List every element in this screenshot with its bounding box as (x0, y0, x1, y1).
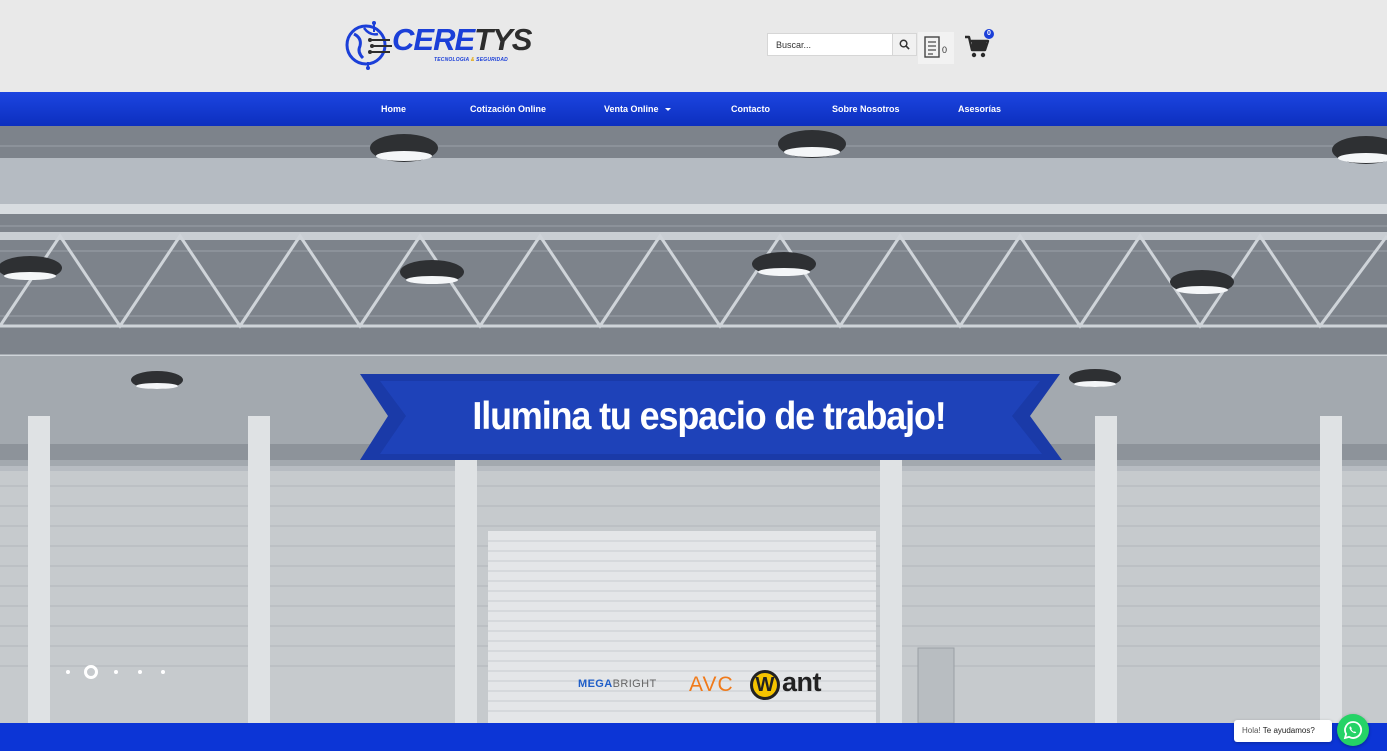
hero-banner: Ilumina tu espacio de trabajo! (356, 371, 1062, 463)
bottom-bar (0, 723, 1387, 751)
globe-circuit-logo-icon (345, 21, 392, 70)
search-button[interactable] (892, 34, 916, 55)
nav-item-venta-online[interactable]: Venta Online (604, 92, 671, 126)
hero-headline: Ilumina tu espacio de trabajo! (472, 395, 946, 438)
brand-megabright-part2: BRIGHT (612, 678, 657, 690)
search-icon (899, 39, 910, 50)
brand-want-logo: W ant (750, 667, 840, 704)
brand-avc-logo: AVC (689, 673, 734, 696)
brand-want-w-mark: W (750, 670, 780, 700)
whatsapp-greeting-bubble[interactable]: Hola! Te ayudamos? (1234, 720, 1332, 742)
search-form (767, 33, 917, 56)
main-nav: Home Cotización Online Venta Online Cont… (0, 92, 1387, 126)
cart-count-badge: 0 (984, 29, 994, 39)
logo-wordmark-part2: TYS (474, 22, 532, 57)
logo-tagline: TECNOLOGIA & SEGURIDAD (434, 57, 508, 63)
quote-list-button[interactable]: 0 (918, 32, 954, 64)
whatsapp-icon (1343, 721, 1362, 740)
site-header: CERETYS TECNOLOGIA & SEGURIDAD 0 (0, 0, 1387, 92)
logo-tagline-amp: & (470, 57, 475, 63)
partner-brands: MEGABRIGHT AVC W ant (578, 667, 848, 704)
site-logo[interactable]: CERETYS TECNOLOGIA & SEGURIDAD (344, 18, 532, 70)
nav-item-asesorias[interactable]: Asesorías (958, 92, 1001, 126)
nav-item-venta-online-label: Venta Online (604, 104, 659, 114)
brand-megabright-part1: MEGA (578, 678, 613, 690)
slider-dot-3[interactable] (114, 670, 118, 674)
logo-wordmark: CERETYS (392, 22, 532, 57)
nav-item-sobre-nosotros[interactable]: Sobre Nosotros (832, 92, 900, 126)
slider-dot-5[interactable] (161, 670, 165, 674)
brand-megabright-logo: MEGABRIGHT (578, 678, 657, 690)
logo-wordmark-part1: CERE (392, 22, 475, 57)
slider-dot-4[interactable] (138, 670, 142, 674)
search-input[interactable] (768, 34, 894, 55)
brand-want-wordmark: ant (782, 667, 822, 697)
hero-slider: Ilumina tu espacio de trabajo! MEGABRIGH… (0, 126, 1387, 723)
nav-item-cotizacion-online[interactable]: Cotización Online (470, 92, 546, 126)
cart-button[interactable]: 0 (962, 29, 994, 61)
whatsapp-button[interactable] (1337, 714, 1369, 746)
caret-down-icon (664, 108, 671, 112)
logo-tagline-part1: TECNOLOGIA (434, 57, 470, 63)
quote-count: 0 (942, 45, 948, 55)
nav-item-home[interactable]: Home (381, 92, 406, 126)
whatsapp-greeting: Hola! (1242, 726, 1261, 735)
nav-item-contacto[interactable]: Contacto (731, 92, 770, 126)
slider-dot-1[interactable] (66, 670, 70, 674)
whatsapp-prompt: Te ayudamos? (1262, 726, 1315, 735)
logo-tagline-part2: SEGURIDAD (476, 57, 508, 63)
slider-dot-2[interactable] (84, 665, 98, 679)
